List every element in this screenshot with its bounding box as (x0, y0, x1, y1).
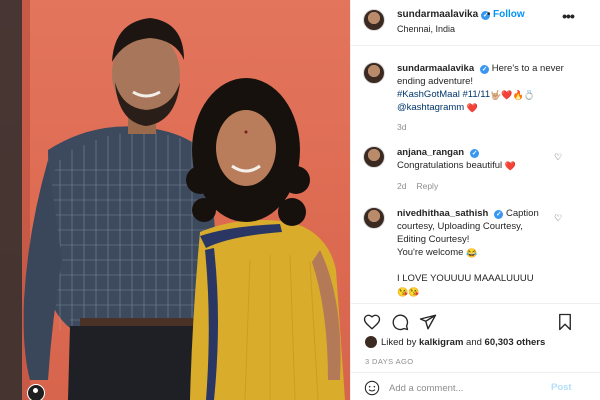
post-time-ago[interactable]: 3 DAYS AGO (365, 357, 413, 366)
location-link[interactable]: Chennai, India (397, 24, 455, 34)
caption-mention[interactable]: @kashtagramm (397, 102, 464, 113)
header-username[interactable]: sundarmaalavika ✓ (397, 9, 491, 20)
comments-section: sundarmaalavika ✓ Here's to a never endin… (351, 47, 600, 303)
commenter-avatar[interactable] (363, 146, 385, 168)
post-actions (351, 303, 600, 335)
verified-badge-icon: ✓ (494, 210, 504, 219)
like-comment-heart-icon[interactable]: ♡ (553, 152, 563, 162)
laughing-emoji: 😂 (466, 248, 478, 258)
share-icon[interactable] (419, 313, 437, 331)
header-separator: • (487, 9, 491, 20)
caption-hashtags[interactable]: #KashGotMaal #11/11 (397, 89, 490, 100)
comment-line4: You're welcome (397, 247, 464, 258)
comment-username[interactable]: anjana_rangan (397, 147, 464, 158)
likes-summary: Liked by kalkigram and 60,303 others (365, 336, 595, 348)
comment-input[interactable] (389, 379, 549, 397)
comment-icon[interactable] (391, 313, 409, 331)
caption-avatar[interactable] (363, 62, 385, 84)
comment-heart-emoji: ❤️ (504, 161, 516, 171)
post-header: sundarmaalavika ✓ • Follow Chennai, India… (351, 0, 600, 46)
post-sidebar: sundarmaalavika ✓ • Follow Chennai, India… (350, 0, 600, 400)
comment-meta: 2d Reply (397, 181, 438, 191)
post-photo[interactable] (0, 0, 350, 400)
more-options-icon[interactable]: ••• (558, 9, 578, 24)
couple-illustration (23, 18, 345, 400)
instagram-post: sundarmaalavika ✓ • Follow Chennai, India… (0, 0, 600, 400)
caption-username[interactable]: sundarmaalavika (397, 63, 474, 74)
likes-prefix: Liked by (381, 337, 417, 348)
likes-count[interactable]: 60,303 others (485, 337, 546, 348)
verified-badge-icon: ✓ (480, 65, 490, 74)
commenter-avatar[interactable] (363, 207, 385, 229)
add-comment-bar: Post (351, 372, 600, 400)
comment-line5: I LOVE YOUUUU MAAALUUUU (397, 273, 534, 284)
post-button[interactable]: Post (551, 382, 572, 393)
like-comment-heart-icon[interactable]: ♡ (553, 213, 563, 223)
comment-line2: courtesy, Uploading Courtesy, (397, 221, 523, 232)
comment-text-block: anjana_rangan ✓ Congratulations beautiful… (397, 146, 567, 172)
caption-text-block: sundarmaalavika ✓ Here's to a never endin… (397, 62, 593, 114)
likes-middle: and (466, 337, 482, 348)
kiss-emojis: 😘😘 (397, 287, 420, 297)
emoji-icon[interactable] (364, 380, 380, 396)
tagged-people-icon[interactable] (27, 384, 45, 400)
bookmark-icon[interactable] (556, 313, 574, 331)
heart-icon[interactable] (363, 313, 381, 331)
liker-avatar[interactable] (365, 336, 377, 348)
reply-button[interactable]: Reply (416, 181, 438, 191)
liker-username[interactable]: kalkigram (419, 337, 463, 348)
comment-username[interactable]: nivedhithaa_sathish (397, 208, 488, 219)
follow-button[interactable]: Follow (493, 9, 525, 20)
comment-text: Congratulations beautiful (397, 160, 503, 171)
caption-emojis: 🤟🏼❤️🔥💍 (490, 90, 535, 100)
mention-heart-emoji: ❤️ (466, 103, 479, 113)
comment-line1: Caption (505, 208, 539, 219)
comment-timestamp[interactable]: 2d (397, 181, 406, 191)
caption-timestamp[interactable]: 3d (397, 122, 406, 132)
verified-badge-icon: ✓ (470, 149, 480, 158)
comment-line3: Editing Courtesy! (397, 234, 470, 245)
avatar[interactable] (363, 9, 385, 31)
header-username-text[interactable]: sundarmaalavika (397, 9, 478, 20)
comment-text-block: nivedhithaa_sathish ✓ Caption courtesy, U… (397, 207, 557, 298)
